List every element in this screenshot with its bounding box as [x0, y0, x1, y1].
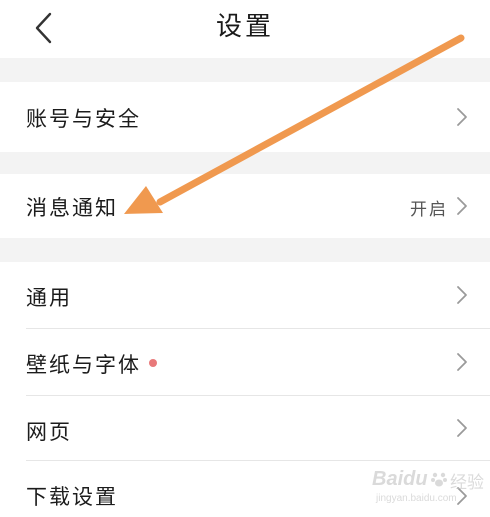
settings-item-label: 账号与安全 — [26, 107, 141, 131]
chevron-right-icon — [457, 419, 467, 437]
settings-item-download[interactable]: 下载设置 — [0, 461, 490, 517]
settings-item-label: 下载设置 — [26, 485, 118, 509]
section-gap — [0, 152, 490, 174]
chevron-right-icon — [457, 197, 467, 215]
settings-item-notifications[interactable]: 消息通知 开启 — [0, 174, 490, 238]
page-title: 设置 — [215, 12, 274, 42]
chevron-right-icon — [457, 353, 467, 371]
settings-item-label: 网页 — [26, 420, 72, 444]
new-badge-dot — [149, 359, 157, 367]
settings-screen: 设置 账号与安全 消息通知 开启 通用 壁纸与字体 网页 下载设置 Baidu … — [0, 0, 490, 517]
chevron-right-icon — [457, 487, 467, 505]
chevron-right-icon — [457, 108, 467, 126]
settings-item-label: 通用 — [26, 286, 72, 310]
chevron-right-icon — [457, 286, 467, 304]
settings-item-account-security[interactable]: 账号与安全 — [0, 82, 490, 152]
settings-item-label: 壁纸与字体 — [26, 353, 141, 377]
section-gap — [0, 238, 490, 262]
header-bar: 设置 — [0, 0, 490, 58]
settings-item-webpage[interactable]: 网页 — [0, 396, 490, 460]
settings-item-wallpaper-font[interactable]: 壁纸与字体 — [0, 329, 490, 395]
section-gap — [0, 58, 490, 82]
settings-item-general[interactable]: 通用 — [0, 262, 490, 328]
notifications-status: 开启 — [410, 200, 448, 220]
settings-item-label: 消息通知 — [26, 196, 118, 220]
